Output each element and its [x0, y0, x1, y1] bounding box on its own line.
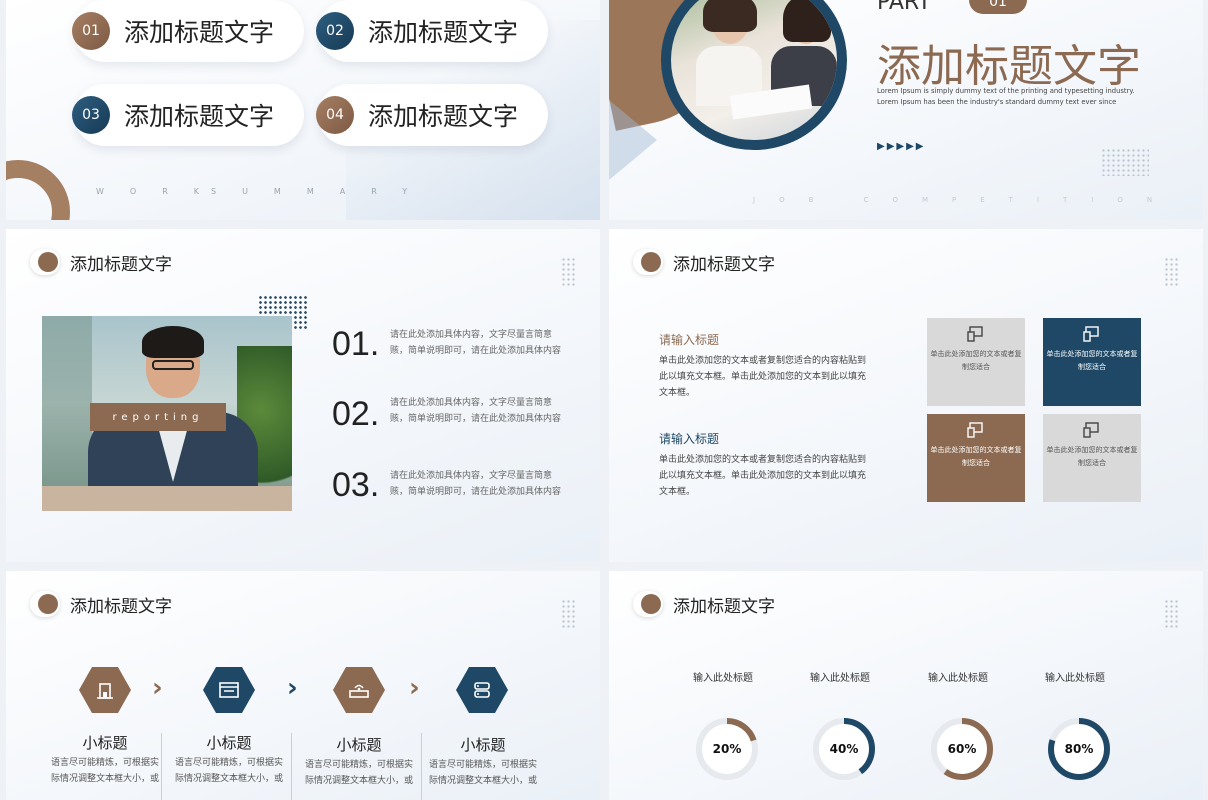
ring-value: 40%: [829, 742, 859, 756]
block-title: 请输入标题: [659, 333, 720, 347]
step-title: 小标题: [82, 734, 128, 752]
block-text: 单击此处添加您的文本或者复制您适合的内容粘贴到此以填充文本框。单击此处添加您的文…: [659, 455, 867, 497]
feature-tile: 单击此处添加您的文本或者复制您适合: [927, 414, 1025, 502]
dot-grid-decor: [561, 257, 575, 287]
header-bullet-icon: [633, 249, 663, 275]
step-text: 语言尽可能精炼，可根据实际情况调整文本框大小，或: [428, 760, 537, 786]
decor-ring-brown: [6, 160, 70, 220]
agenda-item-1: 01 添加标题文字: [72, 0, 304, 62]
list-number: 02.: [332, 395, 380, 433]
building-icon: [79, 667, 131, 713]
section-header: 添加标题文字: [633, 591, 775, 617]
slide-thumbnail-list[interactable]: 添加标题文字 reporting 01. 请在此处添加具体内容，文字尽量言简意赅…: [6, 229, 600, 562]
agenda-item-label: 添加标题文字: [368, 102, 519, 131]
step-title: 小标题: [206, 734, 252, 752]
server-icon: [456, 667, 508, 713]
devices-icon: [967, 326, 985, 342]
divider: [421, 733, 422, 800]
list-number: 03.: [332, 466, 380, 504]
agenda-item-3: 03 添加标题文字: [72, 84, 304, 146]
slide-thumbnail-tiles[interactable]: 添加标题文字 请输入标题 单击此处添加您的文本或者复制您适合的内容粘贴到此以填充…: [609, 229, 1203, 562]
step-text: 语言尽可能精炼，可根据实际情况调整文本框大小，或: [50, 758, 159, 784]
ring-label: 输入此处标题: [810, 673, 870, 684]
decor-blue-triangle: [609, 100, 657, 180]
ring-label: 输入此处标题: [693, 673, 753, 684]
section-header: 添加标题文字: [633, 249, 775, 275]
part-label: PART: [877, 0, 932, 15]
dot-grid-decor: [1164, 257, 1178, 287]
section-header: 添加标题文字: [30, 591, 172, 617]
ring-value: 80%: [1064, 742, 1094, 756]
feature-tile: 单击此处添加您的文本或者复制您适合: [1043, 414, 1141, 502]
part-number-badge: 01: [969, 0, 1027, 14]
chevron-right-icon: ›: [409, 673, 420, 703]
agenda-item-label: 添加标题文字: [124, 18, 275, 47]
header-title: 添加标题文字: [70, 254, 172, 275]
step-text: 语言尽可能精炼，可根据实际情况调整文本框大小，或: [304, 760, 413, 786]
tile-text: 单击此处添加您的文本或者复制您适合: [930, 350, 1022, 371]
agenda-item-label: 添加标题文字: [124, 102, 275, 131]
divider: [161, 733, 162, 800]
header-title: 添加标题文字: [70, 596, 172, 617]
step-title: 小标题: [336, 736, 382, 754]
header-title: 添加标题文字: [673, 596, 775, 617]
ring-value: 20%: [712, 742, 742, 756]
slide-thumbnail-agenda[interactable]: 01 添加标题文字 02 添加标题文字 03 添加标题文字 04 添加标题文字 …: [6, 0, 600, 220]
list-item-text: 请在此处添加具体内容，文字尽量言简意赅，简单说明即可，请在此处添加具体内容: [390, 471, 562, 497]
ring-label: 输入此处标题: [928, 673, 988, 684]
agenda-item-4: 04 添加标题文字: [316, 84, 548, 146]
arrow-row-icon: ▶▶▶▶▶: [877, 141, 926, 152]
slide-thumbnail-progress[interactable]: 添加标题文字 输入此处标题 输入此处标题 输入此处标题 输入此处标题 20% 4…: [609, 571, 1203, 800]
devices-icon: [1083, 326, 1101, 342]
footer-text-summary: SUMMARY: [211, 187, 434, 196]
dot-grid-decor: [561, 599, 575, 629]
tile-text: 单击此处添加您的文本或者复制您适合: [1046, 446, 1138, 467]
tile-text: 单击此处添加您的文本或者复制您适合: [930, 446, 1022, 467]
section-description-line1: Lorem Ipsum is simply dummy text of the …: [877, 87, 1135, 95]
agenda-number-badge: 03: [72, 96, 110, 134]
agenda-number-badge: 04: [316, 96, 354, 134]
agenda-number-badge: 02: [316, 12, 354, 50]
divider: [291, 733, 292, 800]
agenda-number-badge: 01: [72, 12, 110, 50]
router-icon: [333, 667, 385, 713]
ring-label: 输入此处标题: [1045, 673, 1105, 684]
slide-thumbnail-part[interactable]: PART 01 添加标题文字 Lorem Ipsum is simply dum…: [609, 0, 1203, 220]
chevron-right-icon: ›: [152, 673, 163, 703]
devices-icon: [967, 422, 985, 438]
footer-text-work: WORK: [96, 187, 226, 196]
block-text: 单击此处添加您的文本或者复制您适合的内容粘贴到此以填充文本框。单击此处添加您的文…: [659, 356, 867, 398]
section-title: 添加标题文字: [877, 41, 1141, 92]
list-number: 01.: [332, 325, 380, 363]
section-header: 添加标题文字: [30, 249, 172, 275]
feature-tile: 单击此处添加您的文本或者复制您适合: [927, 318, 1025, 406]
header-bullet-icon: [633, 591, 663, 617]
feature-tile: 单击此处添加您的文本或者复制您适合: [1043, 318, 1141, 406]
ring-value: 60%: [947, 742, 977, 756]
dot-grid-decor: [1101, 148, 1149, 176]
dot-grid-decor: [1164, 599, 1178, 629]
slide-thumbnail-process[interactable]: 添加标题文字 › › › 小标题 语言尽可能精炼，可根据实际情况调整文本框大小，…: [6, 571, 600, 800]
list-item-text: 请在此处添加具体内容，文字尽量言简意赅，简单说明即可，请在此处添加具体内容: [390, 330, 562, 356]
step-title: 小标题: [460, 736, 506, 754]
header-bullet-icon: [30, 591, 60, 617]
section-description-line2: Lorem Ipsum has been the industry's stan…: [877, 98, 1117, 106]
agenda-item-label: 添加标题文字: [368, 18, 519, 47]
list-item-text: 请在此处添加具体内容，文字尽量言简意赅，简单说明即可，请在此处添加具体内容: [390, 398, 562, 424]
photo-tag-label: reporting: [90, 403, 226, 431]
tile-text: 单击此处添加您的文本或者复制您适合: [1046, 350, 1138, 371]
chevron-right-icon: ›: [287, 673, 298, 703]
browser-icon: [203, 667, 255, 713]
header-title: 添加标题文字: [673, 254, 775, 275]
footer-text: JOB COMPETITION: [753, 196, 1177, 204]
header-bullet-icon: [30, 249, 60, 275]
step-text: 语言尽可能精炼，可根据实际情况调整文本框大小，或: [174, 758, 283, 784]
agenda-item-2: 02 添加标题文字: [316, 0, 548, 62]
devices-icon: [1083, 422, 1101, 438]
block-title: 请输入标题: [659, 432, 720, 446]
